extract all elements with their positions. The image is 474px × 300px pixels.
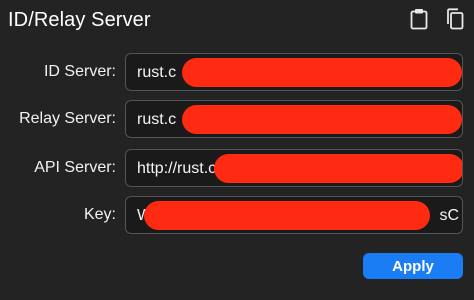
server-settings-panel: ID/Relay Server ID Server: rust.c Relay …	[0, 0, 474, 300]
id-server-label: ID Server:	[43, 63, 116, 80]
redaction-mark	[182, 105, 462, 134]
apply-button[interactable]: Apply	[363, 253, 463, 279]
key-label: Key:	[83, 206, 116, 223]
header-actions	[408, 7, 466, 31]
copy-icon[interactable]	[444, 7, 466, 31]
relay-server-input[interactable]: rust.c	[125, 100, 463, 138]
id-server-row: ID Server: rust.c	[0, 53, 474, 91]
api-server-label: API Server:	[34, 159, 116, 176]
clipboard-icon[interactable]	[408, 7, 430, 31]
key-value-end: sC	[439, 207, 459, 224]
api-server-row: API Server: http://rust.c	[0, 149, 474, 187]
key-input[interactable]: W sC	[125, 196, 463, 234]
relay-server-row: Relay Server: rust.c	[0, 100, 474, 138]
id-server-value: rust.c	[137, 64, 177, 81]
redaction-mark	[182, 58, 462, 87]
panel-title: ID/Relay Server	[8, 9, 151, 31]
redaction-mark	[214, 154, 462, 183]
key-row: Key: W sC	[0, 196, 474, 234]
api-server-value: http://rust.c	[137, 160, 217, 177]
api-server-input[interactable]: http://rust.c	[125, 149, 463, 187]
redaction-mark	[144, 201, 430, 230]
relay-server-label: Relay Server:	[19, 110, 116, 127]
id-server-input[interactable]: rust.c	[125, 53, 463, 91]
relay-server-value: rust.c	[137, 111, 177, 128]
